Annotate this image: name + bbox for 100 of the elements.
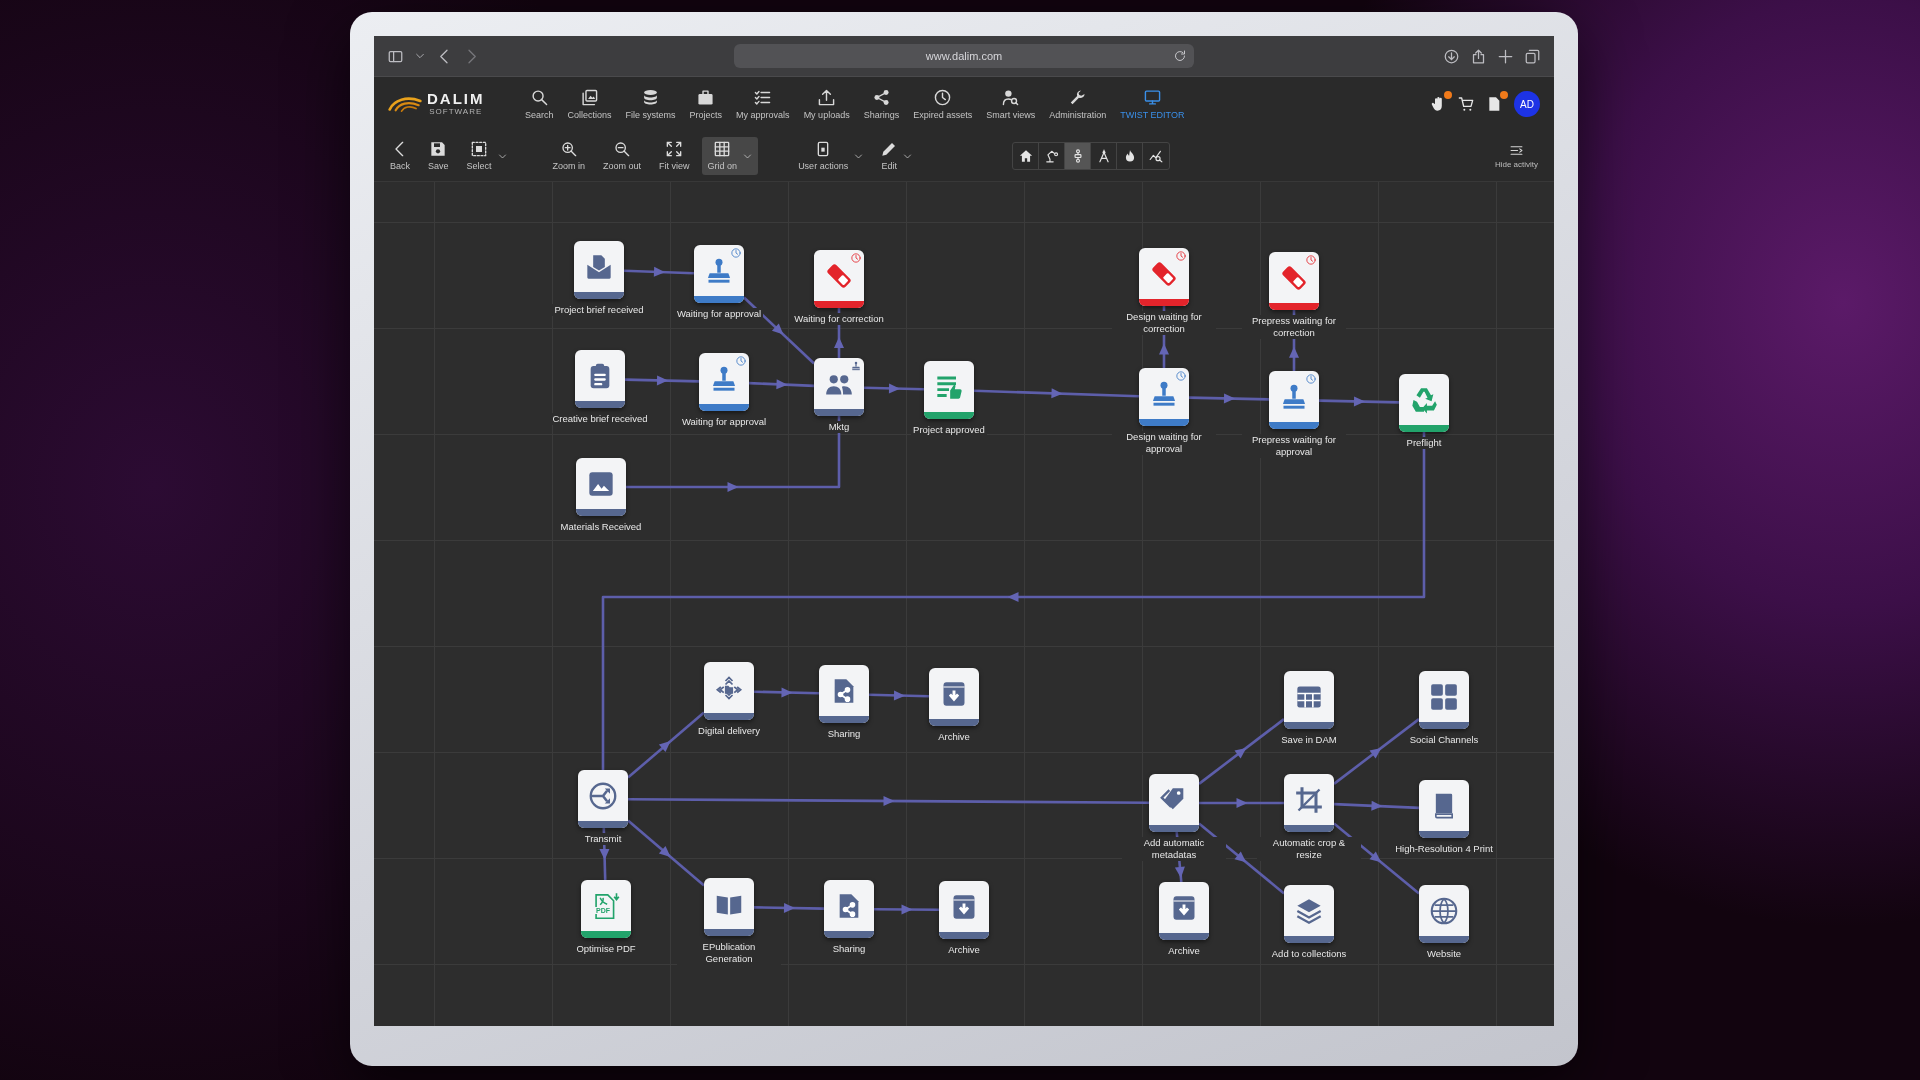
workflow-node[interactable]: [1419, 671, 1469, 729]
stamp-icon: [1280, 382, 1308, 411]
node-label: Prepress waiting for approval: [1242, 434, 1346, 458]
database-icon: [642, 88, 660, 106]
node-label: Preflight: [1404, 437, 1444, 449]
grid-icon: [714, 141, 731, 157]
workflow-node[interactable]: [1149, 774, 1199, 832]
workflow-node[interactable]: [578, 770, 628, 828]
sidebar-icon[interactable]: [388, 48, 403, 64]
node-label: Social Channels: [1407, 734, 1481, 746]
chart-search-icon: [1149, 149, 1164, 163]
wrench-icon: [1069, 88, 1087, 106]
address-field[interactable]: www.dalim.com: [734, 44, 1194, 68]
workflow-node[interactable]: [704, 662, 754, 720]
nav-item[interactable]: Search: [520, 85, 559, 123]
node-label: Waiting for approval: [674, 308, 764, 320]
user-avatar[interactable]: AD: [1514, 91, 1540, 117]
workflow-node[interactable]: [1284, 671, 1334, 729]
nav-item[interactable]: Projects: [684, 85, 728, 123]
toolbar-button[interactable]: Zoom out: [597, 137, 648, 175]
workflow-node[interactable]: [1399, 374, 1449, 432]
workflow-node[interactable]: [699, 353, 749, 411]
compass-icon: [1096, 149, 1111, 163]
nav-item[interactable]: My approvals: [731, 85, 795, 123]
pencil-icon: [881, 141, 898, 157]
briefcase-icon: [697, 88, 715, 106]
zoom-in-icon: [560, 141, 577, 157]
robot-arm-icon: [1044, 149, 1059, 163]
toolbar-button[interactable]: Grid on: [701, 137, 759, 175]
crop-icon: [1295, 785, 1323, 814]
workflow-node[interactable]: [575, 350, 625, 408]
toolbar-button[interactable]: Select: [460, 137, 513, 175]
clock-icon: [1176, 371, 1186, 381]
workflow-node[interactable]: [1269, 371, 1319, 429]
fit-view-icon: [666, 141, 683, 157]
monitor-icon: [1143, 88, 1161, 106]
node-label: EPublication Generation: [677, 941, 781, 965]
workflow-node[interactable]: [704, 878, 754, 936]
toolbar-button[interactable]: User actions: [792, 137, 870, 175]
toolbar-button[interactable]: Zoom in: [546, 137, 592, 175]
workflow-node[interactable]: [1419, 885, 1469, 943]
view-mode-button[interactable]: [1065, 143, 1092, 169]
workflow-node[interactable]: [1419, 780, 1469, 838]
clock-icon: [1306, 374, 1316, 384]
node-label: Website: [1424, 948, 1464, 960]
toolbar-button[interactable]: Save: [422, 137, 455, 175]
hide-activity-button[interactable]: Hide activity: [1488, 142, 1544, 170]
nav-item[interactable]: Administration: [1044, 85, 1112, 123]
nav-item[interactable]: Sharings: [858, 85, 905, 123]
caret-icon[interactable]: [415, 51, 425, 61]
node-label: Optimise PDF: [574, 943, 638, 955]
plus-icon[interactable]: [1498, 48, 1513, 64]
connector-arrow: [863, 383, 925, 394]
workflow-node[interactable]: [814, 358, 864, 416]
workflow-node[interactable]: [576, 458, 626, 516]
nav-item[interactable]: Collections: [562, 85, 617, 123]
workflow-node[interactable]: [939, 881, 989, 939]
workflow-node[interactable]: [824, 880, 874, 938]
cart-icon[interactable]: [1458, 96, 1474, 112]
workflow-node[interactable]: [694, 245, 744, 303]
clock-icon: [1176, 251, 1186, 261]
nav-item[interactable]: My uploads: [798, 85, 855, 123]
stamp-icon: [851, 361, 861, 371]
workflow-node[interactable]: [1284, 885, 1334, 943]
nav-item[interactable]: Smart views: [981, 85, 1041, 123]
document-icon[interactable]: [1486, 96, 1502, 112]
home-icon: [1018, 149, 1033, 163]
workflow-node[interactable]: [929, 668, 979, 726]
tabs-icon[interactable]: [1525, 48, 1540, 64]
toolbar-button[interactable]: Fit view: [653, 137, 696, 175]
workflow-node[interactable]: [1139, 368, 1189, 426]
workflow-node[interactable]: [1284, 774, 1334, 832]
node-label: High-Resolution 4 Print: [1393, 843, 1495, 855]
workflow-node[interactable]: [814, 250, 864, 308]
logo-tagline: SOFTWARE: [429, 106, 483, 118]
node-label: Automatic crop & resize: [1257, 837, 1361, 861]
toolbar-button[interactable]: Edit: [875, 137, 919, 175]
connector-arrow: [748, 379, 815, 390]
share-icon[interactable]: [1471, 48, 1486, 64]
workflow-node[interactable]: [1269, 252, 1319, 310]
workflow-node[interactable]: [1139, 248, 1189, 306]
download-icon[interactable]: [1444, 48, 1459, 64]
stamp-icon: [710, 364, 738, 393]
list-collapse-icon: [1509, 143, 1523, 157]
node-label: Add automatic metadatas: [1122, 837, 1226, 861]
envelope-icon: [585, 252, 613, 281]
workflow-node[interactable]: [924, 361, 974, 419]
node-label: Project approved: [911, 424, 987, 436]
zoom-out-icon: [614, 141, 631, 157]
workflow-node[interactable]: [819, 665, 869, 723]
workflow-node[interactable]: [574, 241, 624, 299]
reload-icon[interactable]: [1174, 50, 1186, 62]
nav-item[interactable]: Expired assets: [908, 85, 978, 123]
toolbar-button[interactable]: Back: [384, 137, 416, 175]
nav-item[interactable]: File systems: [620, 85, 681, 123]
workflow-node[interactable]: [1159, 882, 1209, 940]
pdf-document-icon: [592, 891, 620, 920]
nav-item[interactable]: TWIST EDITOR: [1115, 85, 1190, 123]
logo-icon[interactable]: [388, 95, 422, 113]
search-icon: [530, 88, 548, 106]
